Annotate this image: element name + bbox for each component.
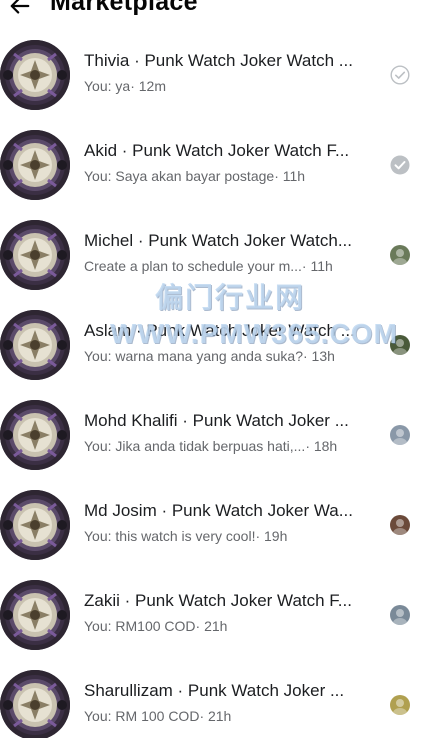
thread-row[interactable]: Aslam · Punk Watch Joker Watch ... You: w… bbox=[0, 300, 428, 390]
watch-photo-icon bbox=[0, 310, 70, 380]
message-snippet: You: Jika anda tidak berpuas hati,... bbox=[84, 438, 306, 454]
thread-text: Michel · Punk Watch Joker Watch... Create… bbox=[84, 230, 376, 275]
arrow-left-icon bbox=[10, 0, 30, 14]
message-time: · 12m bbox=[130, 78, 166, 94]
thread-row[interactable]: Sharullizam · Punk Watch Joker ... You: R… bbox=[0, 660, 428, 738]
user-avatar-icon bbox=[390, 515, 410, 535]
message-snippet: You: RM 100 COD bbox=[84, 708, 200, 724]
thread-text: Md Josim · Punk Watch Joker Wa... You: th… bbox=[84, 500, 376, 545]
thread-subtitle: You: RM 100 COD · 21h bbox=[84, 707, 376, 725]
listing-avatar bbox=[0, 130, 70, 200]
message-snippet: You: this watch is very cool! bbox=[84, 528, 256, 544]
message-time: · 11h bbox=[274, 168, 306, 184]
marketplace-inbox-screen: Marketplace Thivia · Punk Watch Joker Wa… bbox=[0, 0, 428, 738]
watch-photo-icon bbox=[0, 130, 70, 200]
message-time: · 11h bbox=[301, 258, 333, 274]
seen-by-avatar bbox=[390, 425, 410, 445]
thread-subtitle: You: this watch is very cool! · 19h bbox=[84, 527, 376, 545]
listing-avatar bbox=[0, 220, 70, 290]
seen-by-avatar bbox=[390, 695, 410, 715]
message-snippet: Create a plan to schedule your m... bbox=[84, 258, 302, 274]
thread-subtitle: You: Saya akan bayar postage · 11h bbox=[84, 167, 376, 185]
watch-photo-icon bbox=[0, 580, 70, 650]
user-avatar-icon bbox=[390, 335, 410, 355]
thread-title: Sharullizam · Punk Watch Joker ... bbox=[84, 681, 345, 700]
sent-check-icon bbox=[390, 65, 410, 85]
thread-row[interactable]: Zakii · Punk Watch Joker Watch F... You: … bbox=[0, 570, 428, 660]
thread-subtitle: You: ya · 12m bbox=[84, 77, 376, 95]
seen-by-avatar bbox=[390, 605, 410, 625]
thread-text: Aslam · Punk Watch Joker Watch ... You: w… bbox=[84, 320, 376, 365]
listing-avatar bbox=[0, 490, 70, 560]
thread-row[interactable]: Thivia · Punk Watch Joker Watch ... You: … bbox=[0, 30, 428, 120]
user-avatar-icon bbox=[390, 605, 410, 625]
listing-avatar bbox=[0, 310, 70, 380]
message-snippet: You: Saya akan bayar postage bbox=[84, 168, 275, 184]
message-time: · 18h bbox=[305, 438, 338, 454]
watch-photo-icon bbox=[0, 400, 70, 470]
thread-title: Akid · Punk Watch Joker Watch F... bbox=[84, 141, 350, 160]
listing-avatar bbox=[0, 40, 70, 110]
back-button[interactable] bbox=[8, 0, 32, 18]
watch-photo-icon bbox=[0, 670, 70, 738]
delivered-check-icon bbox=[390, 155, 410, 175]
thread-subtitle: You: RM100 COD · 21h bbox=[84, 617, 376, 635]
thread-subtitle: Create a plan to schedule your m... · 11… bbox=[84, 257, 376, 275]
thread-title: Md Josim · Punk Watch Joker Wa... bbox=[84, 501, 353, 520]
message-snippet: You: ya bbox=[84, 78, 131, 94]
thread-title: Michel · Punk Watch Joker Watch... bbox=[84, 231, 352, 250]
thread-list: Thivia · Punk Watch Joker Watch ... You: … bbox=[0, 30, 428, 738]
header: Marketplace bbox=[0, 0, 428, 24]
seen-by-avatar bbox=[390, 245, 410, 265]
user-avatar-icon bbox=[390, 425, 410, 445]
thread-subtitle: You: warna mana yang anda suka? · 13h bbox=[84, 347, 376, 365]
watch-photo-icon bbox=[0, 40, 70, 110]
thread-text: Mohd Khalifi · Punk Watch Joker ... You: … bbox=[84, 410, 376, 455]
message-time: · 21h bbox=[199, 708, 232, 724]
message-snippet: You: warna mana yang anda suka? bbox=[84, 348, 303, 364]
listing-avatar bbox=[0, 400, 70, 470]
listing-avatar bbox=[0, 580, 70, 650]
thread-text: Sharullizam · Punk Watch Joker ... You: R… bbox=[84, 680, 376, 725]
message-time: · 21h bbox=[195, 618, 228, 634]
user-avatar-icon bbox=[390, 695, 410, 715]
thread-title: Thivia · Punk Watch Joker Watch ... bbox=[84, 51, 353, 70]
thread-text: Zakii · Punk Watch Joker Watch F... You: … bbox=[84, 590, 376, 635]
watch-photo-icon bbox=[0, 220, 70, 290]
watch-photo-icon bbox=[0, 490, 70, 560]
thread-row[interactable]: Akid · Punk Watch Joker Watch F... You: S… bbox=[0, 120, 428, 210]
seen-by-avatar bbox=[390, 515, 410, 535]
page-title: Marketplace bbox=[50, 0, 198, 16]
message-time: · 13h bbox=[302, 348, 335, 364]
message-snippet: You: RM100 COD bbox=[84, 618, 196, 634]
thread-subtitle: You: Jika anda tidak berpuas hati,... · … bbox=[84, 437, 376, 455]
thread-text: Akid · Punk Watch Joker Watch F... You: S… bbox=[84, 140, 376, 185]
thread-title: Aslam · Punk Watch Joker Watch ... bbox=[84, 321, 355, 340]
thread-text: Thivia · Punk Watch Joker Watch ... You: … bbox=[84, 50, 376, 95]
thread-row[interactable]: Mohd Khalifi · Punk Watch Joker ... You: … bbox=[0, 390, 428, 480]
thread-row[interactable]: Md Josim · Punk Watch Joker Wa... You: th… bbox=[0, 480, 428, 570]
thread-title: Zakii · Punk Watch Joker Watch F... bbox=[84, 591, 352, 610]
seen-by-avatar bbox=[390, 335, 410, 355]
thread-title: Mohd Khalifi · Punk Watch Joker ... bbox=[84, 411, 349, 430]
listing-avatar bbox=[0, 670, 70, 738]
thread-row[interactable]: Michel · Punk Watch Joker Watch... Create… bbox=[0, 210, 428, 300]
user-avatar-icon bbox=[390, 245, 410, 265]
message-time: · 19h bbox=[255, 528, 288, 544]
